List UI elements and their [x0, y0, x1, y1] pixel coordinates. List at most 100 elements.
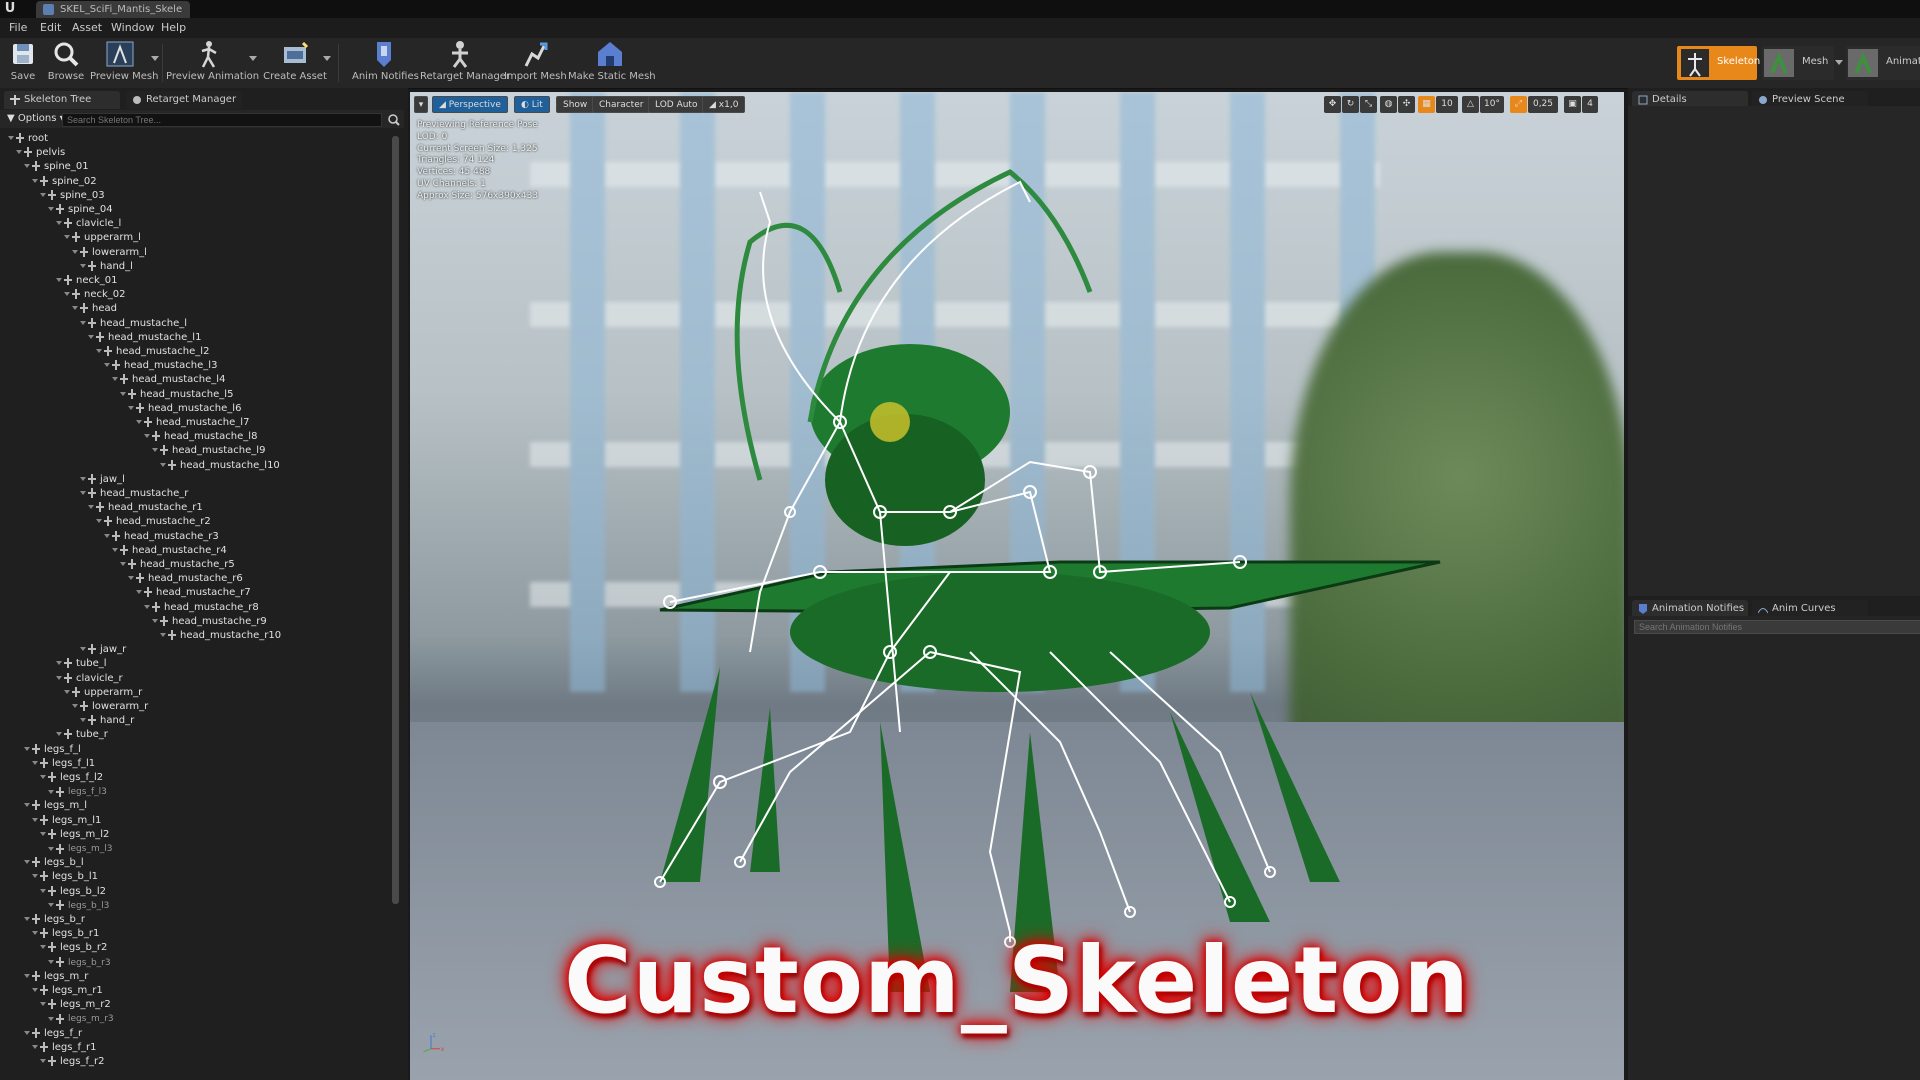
- expand-arrow-icon[interactable]: [72, 306, 78, 311]
- bone-row[interactable]: head_mustache_r8: [144, 601, 259, 615]
- surface-snap-icon[interactable]: ✣: [1398, 96, 1415, 113]
- expand-arrow-icon[interactable]: [16, 150, 22, 155]
- bone-row[interactable]: head_mustache_r10: [160, 629, 281, 643]
- bone-row[interactable]: head_mustache_r7: [136, 586, 251, 600]
- bone-row[interactable]: head_mustache_l10: [160, 459, 280, 473]
- expand-arrow-icon[interactable]: [48, 789, 54, 794]
- bone-row[interactable]: legs_m_l3: [48, 842, 112, 856]
- bone-row[interactable]: lowerarm_l: [72, 246, 147, 260]
- bone-row[interactable]: head_mustache_r1: [88, 501, 203, 515]
- rotation-snap-icon[interactable]: △: [1462, 96, 1479, 113]
- expand-arrow-icon[interactable]: [24, 746, 30, 751]
- bone-row[interactable]: head: [72, 302, 117, 316]
- translate-tool-icon[interactable]: ✥: [1324, 96, 1341, 113]
- expand-arrow-icon[interactable]: [152, 448, 158, 453]
- preview-animation-dropdown[interactable]: [249, 56, 257, 61]
- bone-row[interactable]: clavicle_r: [56, 672, 123, 686]
- expand-arrow-icon[interactable]: [64, 235, 70, 240]
- menu-edit[interactable]: Edit: [40, 21, 61, 34]
- grid-snap-value[interactable]: 10: [1436, 96, 1458, 113]
- options-dropdown[interactable]: ▼ Options ▾: [7, 113, 65, 124]
- bone-row[interactable]: spine_04: [48, 203, 113, 217]
- bone-row[interactable]: lowerarm_r: [72, 700, 148, 714]
- lod-button[interactable]: LOD Auto: [648, 96, 705, 113]
- expand-arrow-icon[interactable]: [24, 860, 30, 865]
- expand-arrow-icon[interactable]: [48, 1016, 54, 1021]
- menu-asset[interactable]: Asset: [72, 21, 102, 34]
- create-asset-button[interactable]: Create Asset: [262, 40, 328, 86]
- show-button[interactable]: Show: [556, 96, 595, 113]
- expand-arrow-icon[interactable]: [40, 945, 46, 950]
- expand-arrow-icon[interactable]: [64, 292, 70, 297]
- notifies-search-input[interactable]: [1634, 620, 1920, 634]
- expand-arrow-icon[interactable]: [24, 917, 30, 921]
- camera-speed-value[interactable]: 4: [1582, 96, 1598, 113]
- bone-row[interactable]: legs_b_l: [24, 856, 84, 870]
- expand-arrow-icon[interactable]: [120, 562, 126, 566]
- bone-row[interactable]: legs_m_r2: [40, 998, 111, 1012]
- expand-arrow-icon[interactable]: [88, 505, 94, 510]
- bone-row[interactable]: pelvis: [16, 146, 65, 160]
- rotate-tool-icon[interactable]: ↻: [1342, 96, 1359, 113]
- expand-arrow-icon[interactable]: [80, 491, 86, 495]
- bone-row[interactable]: legs_m_l2: [40, 828, 109, 842]
- bone-row[interactable]: spine_03: [40, 189, 105, 203]
- bone-row[interactable]: hand_l: [80, 260, 133, 274]
- expand-arrow-icon[interactable]: [24, 164, 30, 169]
- expand-arrow-icon[interactable]: [32, 178, 38, 183]
- expand-arrow-icon[interactable]: [24, 1030, 30, 1035]
- expand-arrow-icon[interactable]: [136, 420, 142, 424]
- expand-arrow-icon[interactable]: [32, 931, 38, 936]
- expand-arrow-icon[interactable]: [56, 661, 62, 666]
- bone-row[interactable]: jaw_l: [80, 473, 125, 487]
- bone-row[interactable]: legs_m_l1: [32, 814, 101, 828]
- expand-arrow-icon[interactable]: [160, 462, 166, 467]
- preview-animation-button[interactable]: Preview Animation: [166, 40, 259, 86]
- expand-arrow-icon[interactable]: [80, 320, 86, 325]
- camera-speed-icon[interactable]: ▣: [1564, 96, 1581, 113]
- bone-row[interactable]: neck_02: [64, 288, 126, 302]
- bone-row[interactable]: head_mustache_l9: [152, 444, 265, 458]
- menu-window[interactable]: Window: [111, 21, 154, 34]
- bone-row[interactable]: head_mustache_r3: [104, 530, 219, 544]
- bone-row[interactable]: head_mustache_l1: [88, 331, 201, 345]
- bone-row[interactable]: legs_f_l: [24, 743, 81, 757]
- create-asset-dropdown[interactable]: [323, 56, 331, 61]
- tree-scrollbar[interactable]: [392, 136, 399, 904]
- expand-arrow-icon[interactable]: [88, 334, 94, 339]
- retarget-manager-button[interactable]: Retarget Manager: [420, 40, 510, 86]
- bone-row[interactable]: head_mustache_l5: [120, 388, 233, 402]
- expand-arrow-icon[interactable]: [40, 831, 46, 836]
- bone-row[interactable]: head_mustache_l: [80, 317, 187, 331]
- bone-row[interactable]: legs_m_l: [24, 799, 87, 813]
- bone-row[interactable]: jaw_r: [80, 643, 126, 657]
- expand-arrow-icon[interactable]: [96, 519, 102, 524]
- make-static-mesh-button[interactable]: Make Static Mesh: [568, 40, 656, 86]
- bone-row[interactable]: head_mustache_r2: [96, 515, 211, 529]
- expand-arrow-icon[interactable]: [48, 207, 54, 211]
- scale-tool-icon[interactable]: ⤡: [1360, 96, 1377, 113]
- preview-mesh-dropdown[interactable]: [151, 56, 159, 61]
- menu-help[interactable]: Help: [161, 21, 186, 34]
- expand-arrow-icon[interactable]: [48, 960, 54, 965]
- expand-arrow-icon[interactable]: [136, 590, 142, 595]
- expand-arrow-icon[interactable]: [128, 576, 134, 581]
- playback-speed-button[interactable]: ◢ x1,0: [702, 96, 746, 113]
- expand-arrow-icon[interactable]: [40, 1059, 46, 1063]
- bone-row[interactable]: legs_b_r3: [48, 956, 111, 970]
- browse-button[interactable]: Browse: [46, 40, 86, 86]
- bone-row[interactable]: legs_m_r1: [32, 984, 103, 998]
- expand-arrow-icon[interactable]: [56, 675, 62, 680]
- expand-arrow-icon[interactable]: [32, 988, 38, 992]
- expand-arrow-icon[interactable]: [104, 533, 110, 538]
- preview-mesh-button[interactable]: Preview Mesh: [90, 40, 158, 86]
- bone-row[interactable]: legs_f_l1: [32, 757, 95, 771]
- bone-row[interactable]: legs_m_r3: [48, 1012, 114, 1026]
- skeleton-tree-search-input[interactable]: [62, 113, 382, 127]
- expand-arrow-icon[interactable]: [32, 1044, 38, 1049]
- expand-arrow-icon[interactable]: [160, 633, 166, 637]
- lit-button[interactable]: ◐ Lit: [514, 96, 550, 113]
- bone-row[interactable]: legs_f_r1: [32, 1041, 96, 1055]
- expand-arrow-icon[interactable]: [24, 803, 30, 808]
- bone-row[interactable]: head_mustache_l8: [144, 430, 257, 444]
